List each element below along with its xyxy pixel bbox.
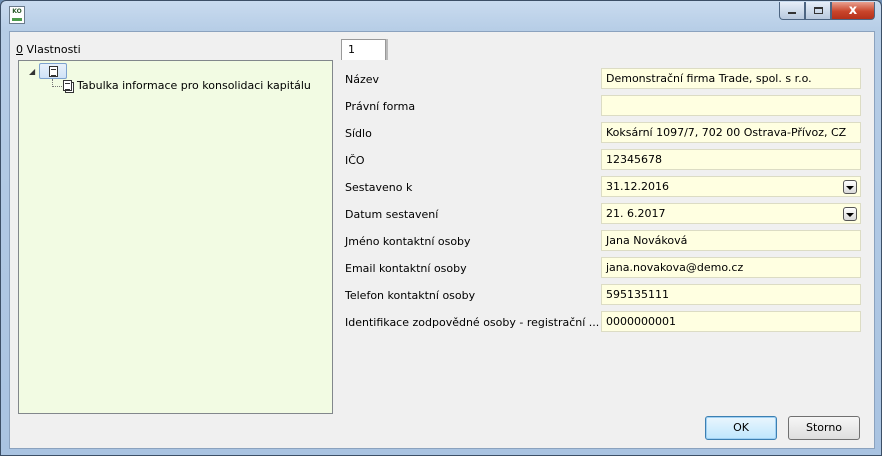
documents-icon <box>63 80 72 91</box>
document-icon <box>48 65 58 77</box>
dialog-client-area: 0 Vlastnosti ◢ Tabulka informace pro kon… <box>9 31 875 449</box>
field-label: Telefon kontaktní osoby <box>345 289 476 302</box>
tree-label-mnemonic: 0 <box>16 43 23 56</box>
tree-root-node[interactable] <box>39 63 67 79</box>
form-row: Telefon kontaktní osoby 595135111 <box>345 284 861 306</box>
dropdown-arrow-icon[interactable] <box>843 180 857 194</box>
close-icon: x <box>848 3 858 18</box>
form-row: Jméno kontaktní osoby Jana Nováková <box>345 230 861 252</box>
app-icon[interactable]: KO <box>9 6 25 24</box>
date-field[interactable]: 31.12.2016 <box>601 176 861 197</box>
form-row: Sestaveno k 31.12.2016 <box>345 176 861 198</box>
text-field[interactable] <box>601 95 861 116</box>
field-label: Email kontaktní osoby <box>345 262 467 275</box>
field-label: Jméno kontaktní osoby <box>345 235 471 248</box>
date-field[interactable]: 21. 6.2017 <box>601 203 861 224</box>
field-label: Právní forma <box>345 100 416 113</box>
minimize-button[interactable] <box>779 2 805 20</box>
dropdown-arrow-icon[interactable] <box>843 207 857 221</box>
dialog-window: KO x 0 Vlastnosti ◢ Tabulka informace pr… <box>0 0 882 456</box>
field-label: Sídlo <box>345 127 372 140</box>
ok-button[interactable]: OK <box>705 416 777 440</box>
field-value: 12345678 <box>606 153 662 166</box>
field-label: Identifikace zodpovědné osoby - registra… <box>345 316 600 329</box>
field-value: Demonstrační firma Trade, spol. s r.o. <box>606 72 812 85</box>
text-field[interactable]: 0000000001 <box>601 311 861 332</box>
cancel-button[interactable]: Storno <box>788 416 860 440</box>
form-row: Email kontaktní osoby jana.novakova@demo.… <box>345 257 861 279</box>
field-value: 31.12.2016 <box>606 180 669 193</box>
field-label: Datum sestavení <box>345 208 439 221</box>
field-label: Sestaveno k <box>345 181 413 194</box>
title-bar[interactable]: KO x <box>1 1 881 30</box>
form-row: Sídlo Koksární 1097/7, 702 00 Ostrava-Pří… <box>345 122 861 144</box>
tab-1[interactable]: 1 <box>341 39 386 60</box>
field-label: Název <box>345 73 380 86</box>
field-value: Koksární 1097/7, 702 00 Ostrava-Přívoz, … <box>606 126 847 139</box>
tree-node-label: Tabulka informace pro konsolidaci kapitá… <box>77 79 311 92</box>
caption-buttons: x <box>779 2 875 20</box>
text-field[interactable]: Demonstrační firma Trade, spol. s r.o. <box>601 68 861 89</box>
field-value: jana.novakova@demo.cz <box>606 261 744 274</box>
text-field[interactable]: Koksární 1097/7, 702 00 Ostrava-Přívoz, … <box>601 122 861 143</box>
form-row: Datum sestavení 21. 6.2017 <box>345 203 861 225</box>
field-value: 0000000001 <box>606 315 676 328</box>
form-row: Právní forma <box>345 95 861 117</box>
form-row: Identifikace zodpovědné osoby - registra… <box>345 311 861 333</box>
tree-label: 0 Vlastnosti <box>16 43 81 56</box>
text-field[interactable]: 595135111 <box>601 284 861 305</box>
field-value: Jana Nováková <box>606 234 688 247</box>
tree-connector <box>52 86 62 87</box>
field-value: 595135111 <box>606 288 669 301</box>
tree-node-capital-table[interactable]: Tabulka informace pro konsolidaci kapitá… <box>63 79 311 92</box>
properties-tree[interactable]: ◢ Tabulka informace pro konsolidaci kapi… <box>18 60 333 414</box>
tab-edge <box>386 39 388 60</box>
form-row: IČO 12345678 <box>345 149 861 171</box>
close-button[interactable]: x <box>831 2 875 20</box>
field-value: 21. 6.2017 <box>606 207 666 220</box>
minimize-icon <box>788 12 796 14</box>
maximize-button[interactable] <box>805 2 831 20</box>
collapse-triangle-icon[interactable]: ◢ <box>29 67 35 76</box>
form-row: Název Demonstrační firma Trade, spol. s r… <box>345 68 861 90</box>
text-field[interactable]: Jana Nováková <box>601 230 861 251</box>
tree-label-text: Vlastnosti <box>23 43 81 56</box>
maximize-icon <box>813 7 823 14</box>
field-label: IČO <box>345 154 365 167</box>
text-field[interactable]: jana.novakova@demo.cz <box>601 257 861 278</box>
text-field[interactable]: 12345678 <box>601 149 861 170</box>
